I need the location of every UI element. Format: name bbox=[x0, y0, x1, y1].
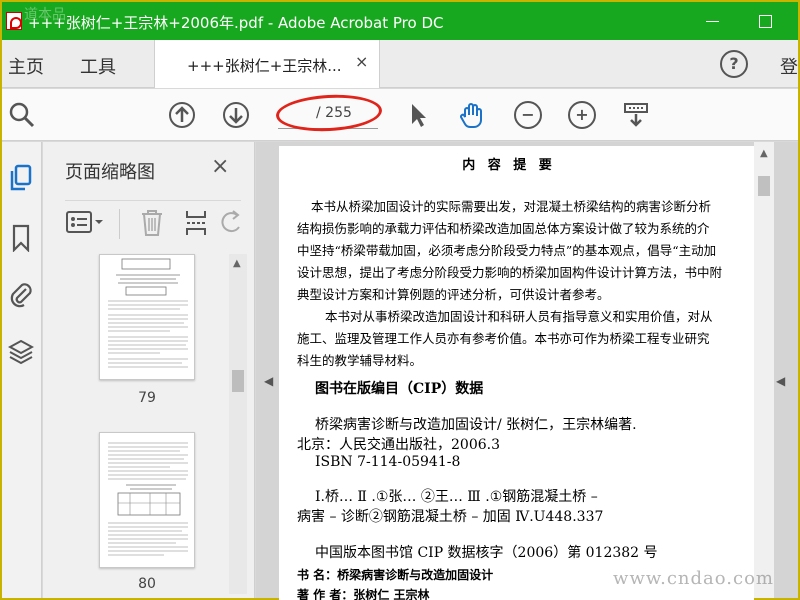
toolbar-divider bbox=[119, 209, 120, 239]
options-menu-icon[interactable] bbox=[65, 209, 109, 235]
bookmark-icon[interactable] bbox=[8, 224, 34, 252]
zoom-in-icon[interactable]: + bbox=[568, 101, 596, 129]
left-navigation-rail bbox=[2, 142, 42, 598]
text-line: 本书对从事桥梁改造加固设计和科研人员有指导意义和实用价值，对从 bbox=[325, 309, 713, 324]
document-tab[interactable]: +++张树仁+王宗林... × bbox=[154, 40, 380, 88]
help-icon[interactable]: ? bbox=[720, 50, 748, 78]
document-tab-label: +++张树仁+王宗林... bbox=[187, 57, 342, 75]
text-line: 施工、监理及管理工作人员亦有参考价值。本书亦可作为桥梁工程专业研究 bbox=[297, 331, 710, 346]
insert-page-icon[interactable] bbox=[183, 209, 209, 237]
cip-line: 著 作 者：张树仁 王宗林 bbox=[297, 588, 430, 600]
cip-line: 北京：人民交通出版社，2006.3 bbox=[297, 437, 500, 453]
panel-title: 页面缩略图 bbox=[65, 162, 155, 183]
thumbnail-scrollbar[interactable]: ▲ bbox=[229, 254, 247, 594]
menu-tab-bar: 主页 工具 +++张树仁+王宗林... × ? 登 bbox=[2, 40, 798, 88]
text-line: 本书从桥梁加固设计的实际需要出发，对混凝土桥梁结构的病害诊断分析 bbox=[311, 199, 712, 214]
thumbnail-page-80[interactable] bbox=[99, 432, 195, 568]
cip-line: Ⅰ.桥… Ⅱ .①张… ②王… Ⅲ .①钢筋混凝土桥 – bbox=[315, 489, 598, 505]
acrobat-icon bbox=[6, 12, 22, 30]
layers-icon[interactable] bbox=[8, 338, 34, 366]
home-tab[interactable]: 主页 bbox=[8, 53, 44, 79]
rotate-icon[interactable] bbox=[221, 209, 243, 237]
close-tab-icon[interactable]: × bbox=[355, 52, 368, 71]
sign-in-button[interactable]: 登 bbox=[780, 53, 798, 79]
corner-watermark: 道本品 bbox=[24, 7, 66, 23]
next-page-icon[interactable] bbox=[222, 101, 250, 129]
document-scrollbar[interactable]: ▲ bbox=[754, 142, 774, 598]
text-line: 典型设计方案和计算例题的评述分析，可供设计者参考。 bbox=[297, 287, 610, 302]
page-display-icon[interactable] bbox=[622, 101, 650, 129]
cip-line: ISBN 7-114-05941-8 bbox=[315, 454, 461, 470]
site-watermark: www.cndao.com bbox=[613, 568, 774, 589]
maximize-button[interactable] bbox=[754, 10, 776, 32]
cip-line: 桥梁病害诊断与改造加固设计/ 张树仁，王宗林编著. bbox=[315, 417, 637, 433]
scroll-up-icon[interactable]: ▲ bbox=[760, 148, 768, 159]
thumbnail-page-number: 79 bbox=[138, 390, 156, 406]
thumbnail-panel: 页面缩略图 × ▲ 79 80 bbox=[43, 142, 255, 598]
page-thumbnails-icon[interactable] bbox=[8, 164, 34, 192]
collapse-left-panel-icon[interactable]: ◀ bbox=[264, 374, 273, 388]
close-panel-icon[interactable]: × bbox=[211, 154, 229, 179]
scrollbar-thumb[interactable] bbox=[232, 370, 244, 392]
cip-title: 图书在版编目（CIP）数据 bbox=[315, 381, 484, 397]
scrollbar-thumb[interactable] bbox=[758, 176, 770, 196]
thumbnail-page-79[interactable] bbox=[99, 254, 195, 380]
thumbnail-preview bbox=[108, 442, 188, 556]
window-title: +++张树仁+王宗林+2006年.pdf - Adobe Acrobat Pro… bbox=[28, 14, 444, 32]
title-bar: +++张树仁+王宗林+2006年.pdf - Adobe Acrobat Pro… bbox=[2, 2, 798, 40]
thumbnail-page-number: 80 bbox=[138, 576, 156, 592]
cip-line: 书 名：桥梁病害诊断与改造加固设计 bbox=[297, 568, 494, 582]
page-heading: 内 容 提 要 bbox=[462, 158, 556, 173]
document-view: ◀ 内 容 提 要 本书从桥梁加固设计的实际需要出发，对混凝土桥梁结构的病害诊断… bbox=[256, 142, 798, 600]
minimize-button[interactable] bbox=[702, 10, 724, 32]
tools-tab[interactable]: 工具 bbox=[80, 53, 116, 79]
text-line: 设计思想，提出了考虑分阶段受力影响的桥梁加固构件设计计算方法，书中附 bbox=[297, 265, 723, 280]
previous-page-icon[interactable] bbox=[168, 101, 196, 129]
scroll-up-icon[interactable]: ▲ bbox=[233, 258, 241, 269]
text-line: 科生的教学辅导材料。 bbox=[297, 353, 423, 368]
thumbnail-tools bbox=[65, 200, 241, 240]
hand-tool-icon[interactable] bbox=[458, 101, 486, 129]
select-cursor-icon[interactable] bbox=[404, 101, 432, 129]
expand-right-panel-icon[interactable]: ◀ bbox=[776, 374, 785, 388]
cip-line: 中国版本图书馆 CIP 数据核字（2006）第 012382 号 bbox=[315, 545, 658, 561]
search-zoom-icon[interactable] bbox=[8, 101, 36, 129]
text-line: 结构损伤影响的承载力评估和桥梁改造加固总体方案设计做了较为系统的介 bbox=[297, 221, 710, 236]
attachment-icon[interactable] bbox=[8, 280, 34, 308]
cip-line: 病害 – 诊断②钢筋混凝土桥 – 加固 Ⅳ.U448.337 bbox=[297, 509, 604, 525]
text-line: 中坚持“桥梁带载加固，必须考虑分阶段受力特点”的基本观点，倡导“主动加 bbox=[297, 243, 717, 258]
pdf-page: 内 容 提 要 本书从桥梁加固设计的实际需要出发，对混凝土桥梁结构的病害诊断分析… bbox=[279, 146, 754, 600]
toolbar: / 255 − + bbox=[2, 89, 798, 141]
delete-icon[interactable] bbox=[139, 209, 165, 237]
thumbnail-preview bbox=[108, 258, 188, 368]
zoom-out-icon[interactable]: − bbox=[514, 101, 542, 129]
